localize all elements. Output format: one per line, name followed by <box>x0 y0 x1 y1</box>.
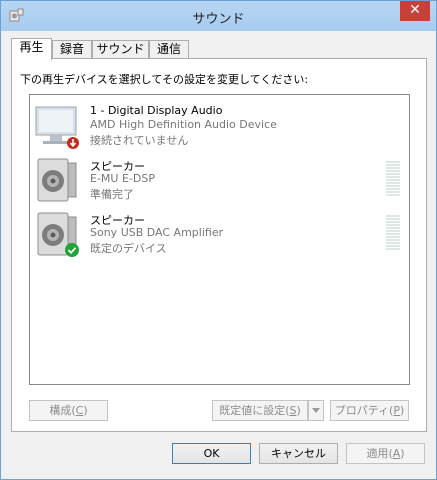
device-status: 既定のデバイス <box>90 242 167 255</box>
instruction-text: 下の再生デバイスを選択してその設定を変更してください: <box>20 73 309 86</box>
device-item[interactable]: スピーカー E-MU E-DSP 準備完了 <box>30 155 409 209</box>
tab-sounds[interactable]: サウンド <box>92 40 149 59</box>
set-default-button[interactable]: 既定値に設定(S) <box>212 400 308 421</box>
set-default-label: 既定値に設定 <box>219 404 286 417</box>
speaker-icon <box>37 212 79 257</box>
device-description: AMD High Definition Audio Device <box>90 118 277 131</box>
device-description: E-MU E-DSP <box>90 172 155 185</box>
tab-playback[interactable]: 再生 <box>11 38 52 60</box>
tab-communications[interactable]: 通信 <box>149 40 189 59</box>
device-list[interactable]: 1 - Digital Display Audio AMD High Defin… <box>29 94 410 385</box>
device-status: 接続されていません <box>90 134 189 147</box>
properties-accesskey: P <box>393 404 400 417</box>
device-name: 1 - Digital Display Audio <box>90 104 223 117</box>
properties-button[interactable]: プロパティ(P) <box>330 400 409 421</box>
default-check-icon <box>65 243 79 257</box>
set-default-dropdown[interactable] <box>308 400 324 421</box>
monitor-icon <box>35 106 79 149</box>
configure-label: 構成 <box>49 404 72 417</box>
set-default-accesskey: S <box>289 404 297 417</box>
device-status: 準備完了 <box>90 188 134 201</box>
volume-meter <box>386 215 400 251</box>
configure-button[interactable]: 構成(C) <box>29 400 108 421</box>
apply-button[interactable]: 適用(A) <box>346 443 425 464</box>
cancel-button[interactable]: キャンセル <box>259 443 338 464</box>
configure-accesskey: C <box>75 404 84 417</box>
device-item[interactable]: 1 - Digital Display Audio AMD High Defin… <box>30 101 409 155</box>
volume-meter <box>386 161 400 197</box>
device-description: Sony USB DAC Amplifier <box>90 226 224 239</box>
apply-accesskey: A <box>392 447 401 460</box>
tab-recording[interactable]: 録音 <box>52 40 92 59</box>
sound-dialog: サウンド ✕ 再生 録音 サウンド 通信 下の再生デバイスを選択してその設定を変… <box>0 0 437 480</box>
ok-button[interactable]: OK <box>172 443 251 464</box>
device-item[interactable]: スピーカー Sony USB DAC Amplifier 既定のデバイス <box>30 209 409 263</box>
speaker-icon <box>37 158 77 202</box>
close-button[interactable]: ✕ <box>400 1 430 21</box>
window-title: サウンド <box>192 12 245 27</box>
title-bar[interactable]: サウンド ✕ <box>1 1 436 31</box>
properties-label: プロパティ <box>334 404 390 417</box>
apply-label: 適用 <box>366 447 389 460</box>
